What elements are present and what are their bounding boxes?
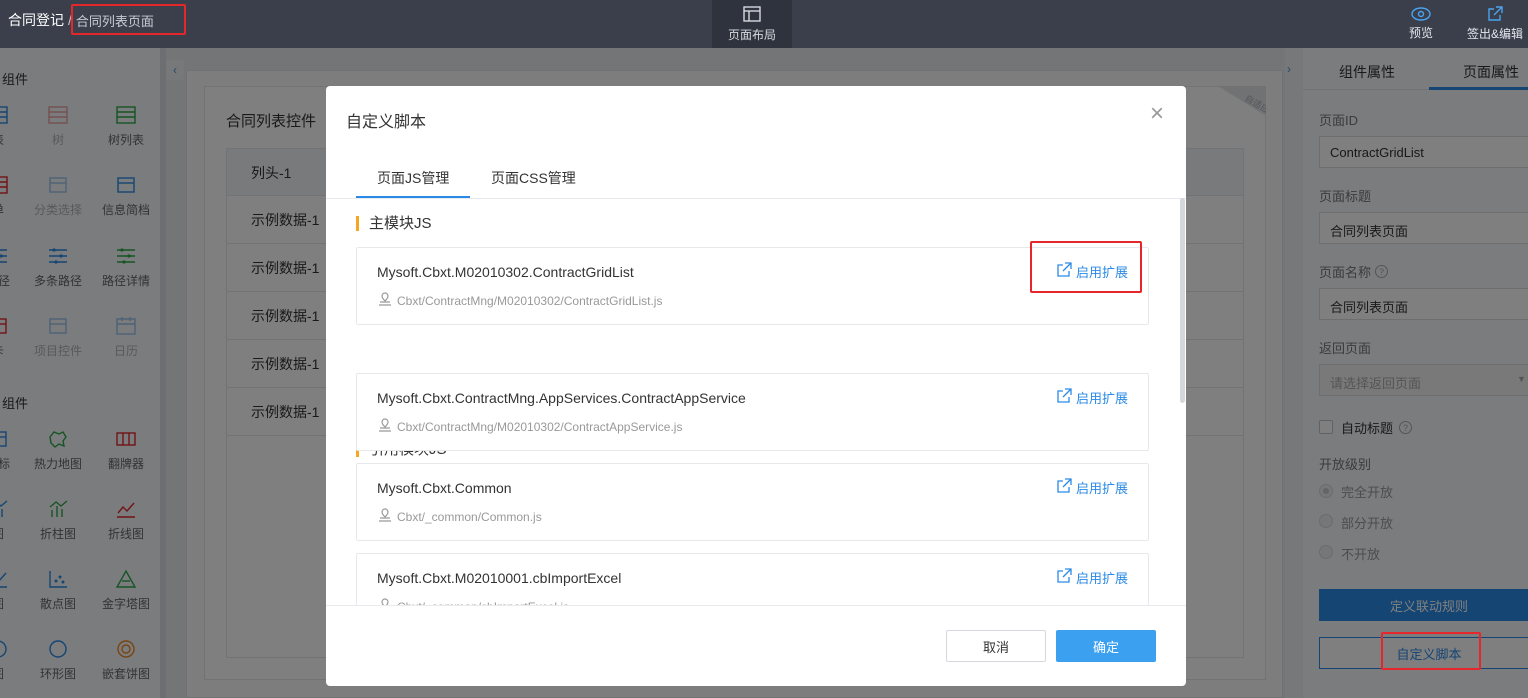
module-card: Mysoft.Cbxt.ContractMng.AppServices.Cont… [356, 373, 1149, 451]
module-path-row: Cbxt/ContractMng/M02010302/ContractGridL… [377, 292, 662, 309]
page-layout-button[interactable]: 页面布局 [712, 0, 792, 48]
location-pin-icon [377, 598, 393, 605]
preview-label: 预览 [1408, 26, 1433, 40]
module-name: Mysoft.Cbxt.M02010001.cbImportExcel [377, 570, 622, 586]
external-link-icon [1056, 388, 1072, 407]
external-link-icon [1056, 568, 1072, 587]
module-path: Cbxt/_common/Common.js [397, 509, 542, 524]
external-edit-icon [1487, 6, 1503, 22]
custom-script-dialog: 自定义脚本 × 页面JS管理 页面CSS管理 主模块JS Mysoft.Cbxt… [326, 86, 1186, 686]
dialog-title: 自定义脚本 [346, 114, 427, 131]
module-card: Mysoft.Cbxt.Common Cbxt/_common/Common.js… [356, 463, 1149, 541]
breadcrumb-separator: / [68, 12, 72, 28]
layout-icon [743, 5, 761, 22]
enable-extension-label: 启用扩展 [1075, 391, 1128, 406]
enable-extension-link[interactable]: 启用扩展 [1056, 262, 1128, 281]
preview-button[interactable]: 预览 [1396, 0, 1446, 48]
enable-extension-link[interactable]: 启用扩展 [1056, 568, 1128, 587]
checkout-edit-button[interactable]: 签出&编辑 [1462, 0, 1528, 48]
close-icon[interactable]: × [1150, 102, 1164, 126]
module-path: Cbxt/ContractMng/M02010302/ContractGridL… [397, 293, 663, 308]
confirm-button[interactable]: 确定 [1056, 630, 1156, 662]
enable-extension-label: 启用扩展 [1075, 265, 1128, 280]
enable-extension-label: 启用扩展 [1075, 571, 1128, 586]
main-module-section-title: 主模块JS [356, 216, 432, 231]
dialog-scrollbar[interactable] [1180, 198, 1185, 403]
module-path-row: Cbxt/_common/Common.js [377, 508, 542, 525]
breadcrumb-root[interactable]: 合同登记 [8, 10, 64, 30]
module-name: Mysoft.Cbxt.Common [377, 480, 512, 496]
location-pin-icon [377, 508, 393, 525]
dialog-body: 主模块JS Mysoft.Cbxt.M02010302.ContractGrid… [326, 199, 1186, 605]
enable-extension-label: 启用扩展 [1075, 481, 1128, 496]
breadcrumb-current: 合同列表页面 [75, 13, 154, 29]
top-bar: 合同登记 / 合同列表页面 页面布局 预览 签出&编辑 [0, 0, 1528, 48]
location-pin-icon [377, 418, 393, 435]
module-card: Mysoft.Cbxt.M02010302.ContractGridList Cb… [356, 247, 1149, 325]
page-layout-label: 页面布局 [727, 27, 776, 42]
tab-page-css[interactable]: 页面CSS管理 [491, 168, 576, 188]
module-path-row: Cbxt/_common/cbImportExcel.js [377, 598, 569, 605]
module-name: Mysoft.Cbxt.ContractMng.AppServices.Cont… [377, 390, 746, 406]
enable-extension-link[interactable]: 启用扩展 [1056, 388, 1128, 407]
module-name: Mysoft.Cbxt.M02010302.ContractGridList [377, 264, 634, 280]
eye-icon [1411, 7, 1431, 21]
cancel-button[interactable]: 取消 [946, 630, 1046, 662]
checkout-edit-label: 签出&编辑 [1466, 27, 1523, 41]
breadcrumb: 合同登记 / 合同列表页面 [8, 0, 154, 40]
module-path: Cbxt/ContractMng/M02010302/ContractAppSe… [397, 419, 683, 434]
module-path-row: Cbxt/ContractMng/M02010302/ContractAppSe… [377, 418, 682, 435]
external-link-icon [1056, 478, 1072, 497]
enable-extension-link[interactable]: 启用扩展 [1056, 478, 1128, 497]
module-card: Mysoft.Cbxt.M02010001.cbImportExcel Cbxt/… [356, 553, 1149, 605]
tab-page-js[interactable]: 页面JS管理 [377, 168, 449, 188]
footer-divider [326, 605, 1186, 606]
external-link-icon [1056, 262, 1072, 281]
location-pin-icon [377, 292, 393, 309]
